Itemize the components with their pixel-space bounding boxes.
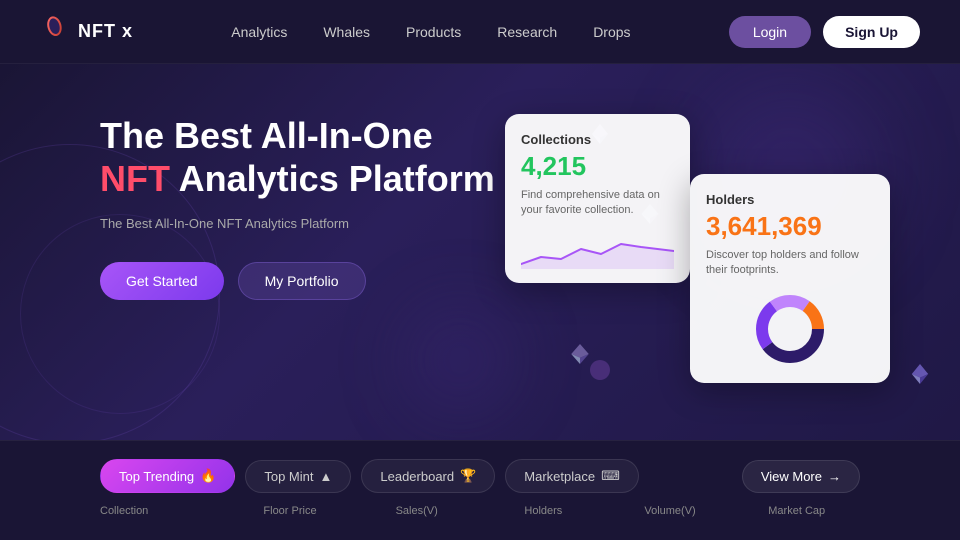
hero-buttons: Get Started My Portfolio bbox=[100, 262, 495, 300]
eth-gem-4 bbox=[910, 364, 930, 384]
th-collection: Collection bbox=[100, 505, 227, 517]
bottom-tabs-section: Top Trending 🔥 Top Mint ▲ Leaderboard 🏆 … bbox=[0, 440, 960, 540]
purple-dot-1 bbox=[590, 360, 610, 380]
hero-subtitle: The Best All-In-One NFT Analytics Platfo… bbox=[100, 214, 495, 234]
logo[interactable]: NFT x bbox=[40, 16, 133, 48]
tab-top-mint[interactable]: Top Mint ▲ bbox=[245, 460, 351, 493]
leaderboard-icon: 🏆 bbox=[460, 468, 476, 484]
tabs-row: Top Trending 🔥 Top Mint ▲ Leaderboard 🏆 … bbox=[0, 441, 960, 493]
collections-card-value: 4,215 bbox=[521, 151, 674, 182]
th-floor-price: Floor Price bbox=[227, 505, 354, 517]
tab-leaderboard[interactable]: Leaderboard 🏆 bbox=[361, 459, 495, 493]
nav-actions: Login Sign Up bbox=[729, 16, 920, 48]
hero-section: The Best All-In-One NFT Analytics Platfo… bbox=[0, 64, 960, 460]
holders-card-desc: Discover top holders and follow their fo… bbox=[706, 248, 874, 279]
my-portfolio-button[interactable]: My Portfolio bbox=[238, 262, 366, 300]
bg-blob-2 bbox=[400, 300, 520, 420]
collections-card: Collections 4,215 Find comprehensive dat… bbox=[505, 114, 690, 283]
marketplace-label: Marketplace bbox=[524, 469, 595, 484]
top-trending-label: Top Trending bbox=[119, 469, 194, 484]
hero-title-suffix: Analytics Platform bbox=[170, 158, 495, 199]
nav-drops[interactable]: Drops bbox=[593, 24, 630, 40]
hero-nft-word: NFT bbox=[100, 158, 170, 199]
collections-mini-chart bbox=[521, 229, 674, 269]
nav-links: Analytics Whales Products Research Drops bbox=[231, 24, 630, 40]
logo-icon bbox=[40, 16, 72, 48]
view-more-button[interactable]: View More → bbox=[742, 460, 860, 493]
view-more-label: View More bbox=[761, 469, 822, 484]
nav-products[interactable]: Products bbox=[406, 24, 461, 40]
holders-card-value: 3,641,369 bbox=[706, 211, 874, 242]
tab-top-trending[interactable]: Top Trending 🔥 bbox=[100, 459, 235, 493]
marketplace-icon: ⌨ bbox=[601, 468, 620, 484]
top-trending-icon: 🔥 bbox=[200, 468, 216, 484]
holders-donut-chart bbox=[706, 289, 874, 369]
th-market-cap: Market Cap bbox=[733, 505, 860, 517]
arrow-right-icon: → bbox=[828, 469, 841, 484]
hero-title-line2: NFT Analytics Platform bbox=[100, 157, 495, 200]
hero-content: The Best All-In-One NFT Analytics Platfo… bbox=[100, 114, 495, 300]
signup-button[interactable]: Sign Up bbox=[823, 16, 920, 48]
login-button[interactable]: Login bbox=[729, 16, 811, 48]
top-mint-icon: ▲ bbox=[320, 469, 333, 484]
navbar: NFT x Analytics Whales Products Research… bbox=[0, 0, 960, 64]
brand-name: NFT x bbox=[78, 21, 133, 42]
table-header-row: Collection Floor Price Sales(V) Holders … bbox=[0, 505, 960, 517]
nav-analytics[interactable]: Analytics bbox=[231, 24, 287, 40]
leaderboard-label: Leaderboard bbox=[380, 469, 454, 484]
nav-research[interactable]: Research bbox=[497, 24, 557, 40]
th-sales: Sales(V) bbox=[353, 505, 480, 517]
collections-card-title: Collections bbox=[521, 132, 674, 147]
hero-title-line1: The Best All-In-One bbox=[100, 114, 495, 157]
nav-whales[interactable]: Whales bbox=[323, 24, 370, 40]
collections-card-desc: Find comprehensive data on your favorite… bbox=[521, 188, 674, 219]
th-volume: Volume(V) bbox=[607, 505, 734, 517]
holders-card-title: Holders bbox=[706, 192, 874, 207]
holders-card: Holders 3,641,369 Discover top holders a… bbox=[690, 174, 890, 383]
get-started-button[interactable]: Get Started bbox=[100, 262, 224, 300]
th-holders: Holders bbox=[480, 505, 607, 517]
top-mint-label: Top Mint bbox=[264, 469, 313, 484]
eth-gem-3 bbox=[570, 344, 590, 364]
tab-marketplace[interactable]: Marketplace ⌨ bbox=[505, 459, 639, 493]
